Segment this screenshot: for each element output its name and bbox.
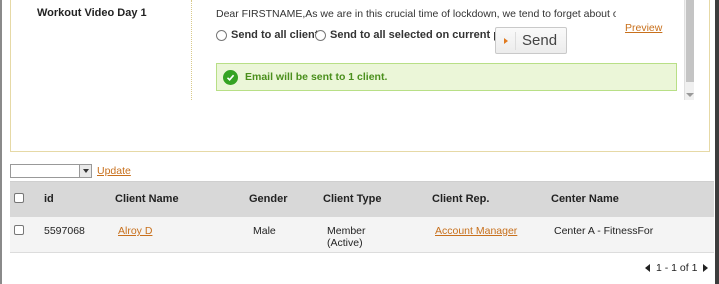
prev-page-icon[interactable]	[645, 264, 650, 272]
send-button[interactable]: Send	[495, 27, 567, 54]
email-subject: Workout Video Day 1	[37, 7, 147, 19]
table-row: 5597068 Alroy D Male Member (Active) Acc…	[10, 217, 714, 253]
radio-send-page-label: Send to all selected on current page	[330, 29, 519, 41]
radio-send-all-label: Send to all clients	[231, 29, 325, 41]
radio-send-all-circle[interactable]	[216, 29, 227, 41]
next-page-icon[interactable]	[703, 264, 709, 272]
row-checkbox[interactable]	[14, 225, 24, 235]
header-client-rep[interactable]: Client Rep.	[432, 193, 489, 205]
email-compose-panel: Workout Video Day 1 Dear FIRSTNAME,As we…	[10, 0, 710, 152]
preview-link[interactable]: Preview	[625, 22, 662, 34]
cell-client-name-link[interactable]: Alroy D	[118, 225, 152, 237]
clients-table: id Client Name Gender Client Type Client…	[10, 181, 714, 253]
email-body-preview: Dear FIRSTNAME,As we are in this crucial…	[216, 8, 616, 20]
pagination-text: 1 - 1 of 1	[656, 262, 698, 274]
table-header-row: id Client Name Gender Client Type Client…	[10, 181, 714, 217]
bulk-action-select[interactable]	[10, 164, 92, 178]
success-message-text: Email will be sent to 1 client.	[245, 71, 388, 83]
header-center-name[interactable]: Center Name	[551, 193, 619, 205]
cell-client-type: Member (Active)	[327, 225, 366, 249]
scrollbar-thumb[interactable]	[686, 0, 694, 82]
radio-send-page-circle[interactable]	[315, 29, 326, 41]
success-message-box: Email will be sent to 1 client.	[216, 63, 677, 91]
header-gender[interactable]: Gender	[249, 193, 288, 205]
header-client-type[interactable]: Client Type	[323, 193, 381, 205]
radio-send-all[interactable]: Send to all clients	[216, 29, 325, 41]
scroll-down-arrow-icon[interactable]	[686, 93, 694, 97]
window-right-edge	[715, 0, 719, 284]
send-button-separator	[515, 32, 516, 50]
header-client-name[interactable]: Client Name	[115, 193, 179, 205]
chevron-down-icon	[82, 169, 89, 173]
cell-gender: Male	[253, 225, 276, 237]
update-link[interactable]: Update	[97, 165, 131, 177]
select-all-checkbox[interactable]	[14, 193, 24, 203]
checkmark-icon	[223, 69, 238, 85]
window-left-edge	[0, 0, 2, 284]
radio-send-page[interactable]: Send to all selected on current page	[315, 29, 519, 41]
pagination: 1 - 1 of 1	[645, 262, 709, 274]
cell-center-name: Center A - FitnessFor	[554, 225, 654, 237]
cell-client-type-status: Member	[327, 225, 366, 237]
cell-client-type-state: (Active)	[327, 237, 363, 249]
send-button-label: Send	[522, 32, 558, 49]
cell-id: 5597068	[44, 225, 85, 237]
panel-divider	[191, 0, 192, 100]
body-scrollbar[interactable]	[684, 0, 694, 100]
dropdown-button[interactable]	[79, 165, 91, 177]
header-id[interactable]: id	[44, 193, 54, 205]
cell-client-rep-link[interactable]: Account Manager	[435, 225, 517, 237]
send-arrow-icon	[504, 37, 508, 44]
